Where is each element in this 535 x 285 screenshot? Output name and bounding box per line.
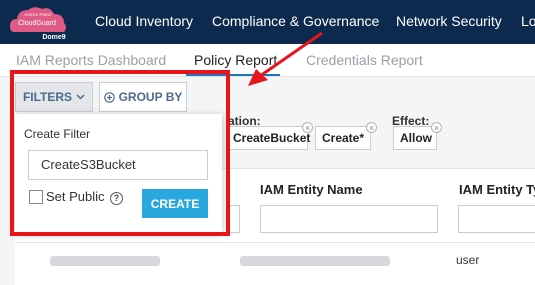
- nav-cloud-inventory[interactable]: Cloud Inventory: [95, 13, 193, 29]
- redacted-cell: [50, 256, 160, 266]
- remove-create-wildcard-icon[interactable]: ×: [366, 122, 377, 133]
- tab-credentials-report[interactable]: Credentials Report: [306, 52, 423, 68]
- nav-lo-truncated[interactable]: Lo: [521, 13, 535, 29]
- column-header-entity-name[interactable]: IAM Entity Name: [260, 182, 363, 197]
- logo-cloudguard-text: CloudGuard: [18, 20, 56, 27]
- chip-create-wildcard: Create*: [315, 126, 371, 150]
- logo-dome9-text: Dome9: [42, 34, 65, 41]
- chip-allow-text: Allow: [400, 131, 432, 145]
- remove-allow-icon[interactable]: ×: [431, 122, 442, 133]
- table-cell-entity-type: user: [456, 253, 480, 267]
- remove-createbucket-icon[interactable]: ×: [302, 122, 313, 133]
- nav-compliance-governance[interactable]: Compliance & Governance: [212, 13, 379, 29]
- annotation-highlight-box: [10, 70, 230, 236]
- chip-createbucket: CreateBucket: [226, 126, 311, 150]
- table-row-divider: [15, 242, 535, 243]
- top-nav-bar: CHECK POINT CloudGuard Dome9 Cloud Inven…: [0, 0, 535, 44]
- column-header-entity-type[interactable]: IAM Entity Typ: [459, 182, 535, 197]
- tab-policy-report[interactable]: Policy Report: [194, 52, 277, 68]
- chip-allow: Allow: [393, 126, 437, 150]
- entity-name-filter-input[interactable]: [260, 205, 438, 233]
- redacted-cell: [240, 256, 390, 266]
- logo-checkpoint-text: CHECK POINT: [24, 12, 52, 17]
- entity-type-filter-input[interactable]: [458, 205, 535, 233]
- chip-create-wildcard-text: Create*: [322, 131, 365, 145]
- tab-iam-reports-dashboard[interactable]: IAM Reports Dashboard: [16, 52, 166, 68]
- nav-network-security[interactable]: Network Security: [396, 13, 502, 29]
- cloudguard-logo[interactable]: CHECK POINT CloudGuard Dome9: [8, 2, 70, 42]
- chip-createbucket-text: CreateBucket: [233, 131, 311, 145]
